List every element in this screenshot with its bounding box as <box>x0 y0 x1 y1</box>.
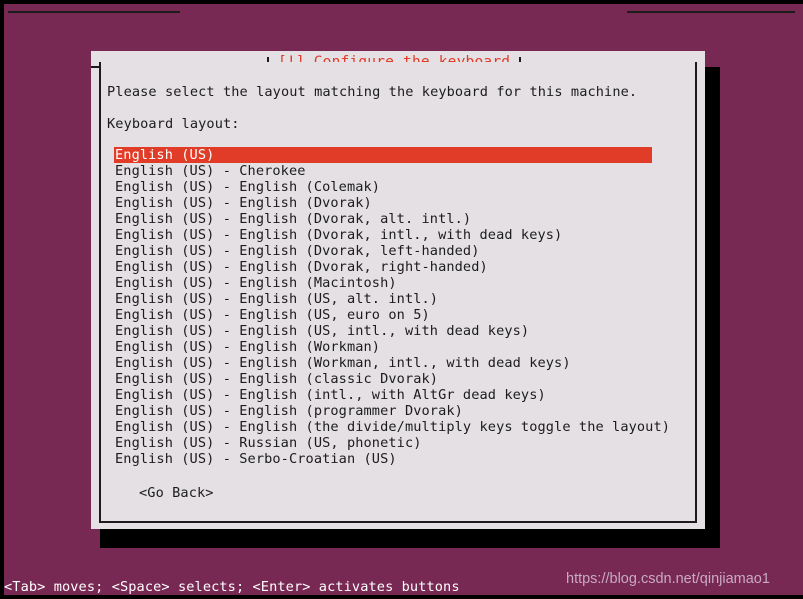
layout-option-row[interactable]: English (US) - English (Dvorak, alt. int… <box>114 211 674 227</box>
screen-bezel-bottom <box>0 595 803 599</box>
layout-option-row[interactable]: English (US) - English (Dvorak, right-ha… <box>114 259 674 275</box>
keyboard-layout-label: Keyboard layout: <box>107 116 240 132</box>
layout-option-row[interactable]: English (US) - English (the divide/multi… <box>114 419 674 435</box>
layout-option-row[interactable]: English (US) - English (programmer Dvora… <box>114 403 674 419</box>
dialog-content: Please select the layout matching the ke… <box>107 84 689 133</box>
layout-option-row[interactable]: English (US) - English (US, euro on 5) <box>114 307 674 323</box>
layout-option-row[interactable]: English (US) - English (US, alt. intl.) <box>114 291 674 307</box>
layout-option-row[interactable]: English (US) - Serbo-Croatian (US) <box>114 451 674 467</box>
layout-option-row[interactable]: English (US) - Russian (US, phonetic) <box>114 435 674 451</box>
dialog-frame-top-left <box>8 11 180 13</box>
keyboard-layout-list[interactable]: English (US) English (US) - Cherokee Engli… <box>114 147 674 467</box>
watermark-text: https://blog.csdn.net/qinjiamao1 <box>566 571 770 587</box>
layout-option-row[interactable]: English (US) - English (Colemak) <box>114 179 674 195</box>
layout-option-row[interactable]: English (US) - Cherokee <box>114 163 674 179</box>
installer-screen: [!] Configure the keyboard Please select… <box>0 0 803 599</box>
screen-bezel-top <box>0 0 803 4</box>
screen-bezel-left <box>0 0 4 595</box>
dialog-frame-top-right <box>627 11 795 13</box>
prompt-text: Please select the layout matching the ke… <box>107 84 638 100</box>
layout-option-row[interactable]: English (US) - English (classic Dvorak) <box>114 371 674 387</box>
layout-option-row[interactable]: English (US) - English (Dvorak) <box>114 195 674 211</box>
layout-option-row[interactable]: English (US) <box>114 147 652 163</box>
layout-option-row[interactable]: English (US) - English (intl., with AltG… <box>114 387 674 403</box>
layout-option-row[interactable]: English (US) - English (Workman, intl., … <box>114 355 674 371</box>
layout-option-row[interactable]: English (US) - English (US, intl., with … <box>114 323 674 339</box>
layout-option-row[interactable]: English (US) - English (Dvorak, left-han… <box>114 243 674 259</box>
go-back-button[interactable]: <Go Back> <box>139 485 214 502</box>
layout-option-row[interactable]: English (US) - English (Macintosh) <box>114 275 674 291</box>
layout-option-row[interactable]: English (US) - English (Dvorak, intl., w… <box>114 227 674 243</box>
layout-option-row[interactable]: English (US) - English (Workman) <box>114 339 674 355</box>
